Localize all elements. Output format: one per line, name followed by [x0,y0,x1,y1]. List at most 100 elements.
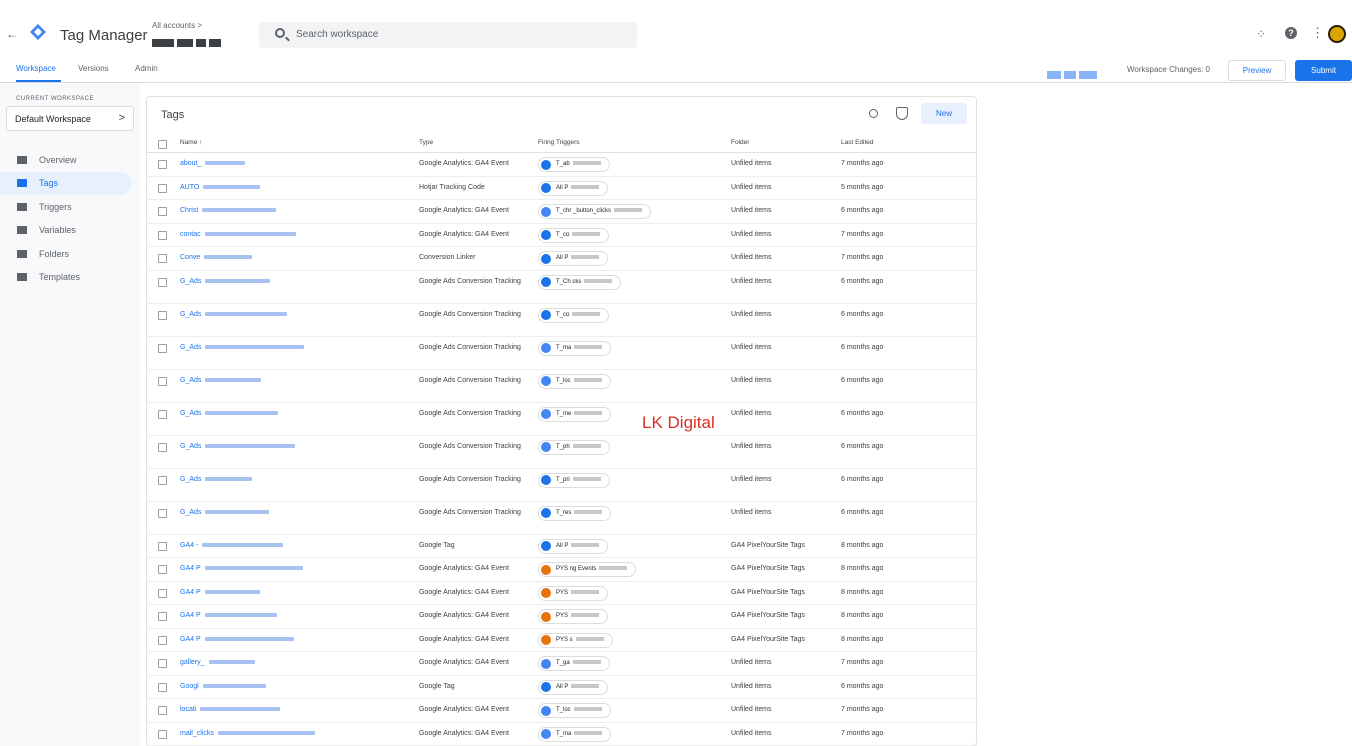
firing-trigger-chip[interactable]: T_ma [538,726,612,742]
table-row[interactable]: GA4 P Google Analytics: GA4 Event PYS GA4 P… [146,605,977,629]
tag-name-link[interactable]: contac [180,231,296,238]
tab-admin[interactable]: Admin [135,64,158,73]
tab-workspace[interactable]: Workspace [16,64,56,73]
column-header-last-edited[interactable]: Last Edited [841,139,874,146]
tag-name-link[interactable]: about_ [180,160,246,167]
table-row[interactable]: AUTO Hotjar Tracking Code All P Unfiled ite… [146,177,977,200]
container-name-redacted[interactable] [152,34,240,47]
row-checkbox[interactable] [158,565,167,574]
firing-trigger-chip[interactable]: All P [538,180,609,196]
firing-trigger-chip[interactable]: T_loc [538,373,611,389]
firing-trigger-chip[interactable]: T_ph [538,439,610,455]
firing-trigger-chip[interactable]: T_ab [538,157,610,172]
row-checkbox[interactable] [158,376,167,386]
tag-name-link[interactable]: GA4 P [180,589,260,596]
sidebar-item-templates[interactable]: Templates [0,266,132,289]
select-all-checkbox[interactable] [158,140,167,149]
column-header-triggers[interactable]: Firing Triggers [538,139,580,146]
tag-name-link[interactable]: G_Ads [180,410,279,417]
table-row[interactable]: Conve Conversion Linker All P Unfiled items… [146,247,977,271]
firing-trigger-chip[interactable]: T_Ch cks [538,274,622,290]
table-row[interactable]: GA4 P Google Analytics: GA4 Event PYS ng E… [146,558,977,582]
firing-trigger-chip[interactable]: T_pri [538,472,610,488]
table-row[interactable]: GA4 P Google Analytics: GA4 Event PYS GA4 P… [146,582,977,605]
firing-trigger-chip[interactable]: T_co [538,307,610,323]
firing-trigger-chip[interactable]: T_res [538,505,612,521]
new-tag-button[interactable]: New [921,103,967,124]
tag-name-link[interactable]: Conve [180,254,253,261]
sidebar-item-triggers[interactable]: Triggers [0,196,132,219]
table-row[interactable]: contac Google Analytics: GA4 Event T_co Unf… [146,224,977,247]
table-row[interactable]: mail_clicks Google Analytics: GA4 Event T_… [146,723,977,746]
tag-name-link[interactable]: GA4 - [180,542,284,549]
tag-name-link[interactable]: Googl [180,683,266,690]
row-checkbox[interactable] [158,588,167,598]
row-checkbox[interactable] [158,682,167,692]
row-checkbox[interactable] [158,230,167,240]
sidebar-item-folders[interactable]: Folders [0,243,132,266]
tag-name-link[interactable]: gallery_ [180,659,255,666]
sidebar-item-tags[interactable]: Tags [0,172,132,195]
row-checkbox[interactable] [158,635,167,645]
column-header-name[interactable]: Name ↑ [180,139,202,146]
row-checkbox[interactable] [158,612,167,621]
table-row[interactable]: Googl Google Tag All P Unfiled items 6 month… [146,676,977,699]
row-checkbox[interactable] [158,254,167,263]
row-checkbox[interactable] [158,659,167,668]
firing-trigger-chip[interactable]: T_ma [538,340,612,356]
table-row[interactable]: G_Ads Google Ads Conversion Tracking T_co U… [146,304,977,337]
table-row[interactable]: G_Ads Google Ads Conversion Tracking T_ph U… [146,436,977,469]
firing-trigger-chip[interactable]: T_loc [538,703,611,718]
tag-name-link[interactable]: G_Ads [180,476,253,483]
firing-trigger-chip[interactable]: T_co [538,227,610,243]
table-row[interactable]: locati Google Analytics: GA4 Event T_loc Un… [146,699,977,723]
table-row[interactable]: G_Ads Google Ads Conversion Tracking T_ma U… [146,337,977,370]
row-checkbox[interactable] [158,409,167,419]
row-checkbox[interactable] [158,207,167,216]
tag-name-link[interactable]: G_Ads [180,278,271,285]
row-checkbox[interactable] [158,729,167,739]
shield-icon[interactable] [896,107,908,120]
tag-name-link[interactable]: G_Ads [180,377,262,384]
row-checkbox[interactable] [158,310,167,320]
row-checkbox[interactable] [158,277,167,287]
table-row[interactable]: Christ Google Analytics: GA4 Event T_chr _… [146,200,977,224]
row-checkbox[interactable] [158,183,167,193]
column-header-type[interactable]: Type [419,139,433,146]
tag-name-link[interactable]: GA4 P [180,636,294,643]
table-row[interactable]: G_Ads Google Ads Conversion Tracking T_pri… [146,469,977,502]
table-row[interactable]: GA4 - Google Tag All P GA4 PixelYourSite Ta… [146,535,977,558]
row-checkbox[interactable] [158,508,167,518]
submit-button[interactable]: Submit [1295,60,1352,81]
more-vert-icon[interactable]: ⋮ [1311,25,1324,41]
apps-grid-icon[interactable]: ⁘ [1256,27,1266,41]
firing-trigger-chip[interactable]: T_me [538,406,612,422]
tag-name-link[interactable]: G_Ads [180,509,270,516]
tag-name-link[interactable]: G_Ads [180,443,296,450]
row-checkbox[interactable] [158,442,167,452]
row-checkbox[interactable] [158,541,167,551]
table-row[interactable]: GA4 P Google Analytics: GA4 Event PYS s GA4… [146,629,977,652]
search-workspace-input[interactable]: Search workspace [259,22,637,48]
row-checkbox[interactable] [158,475,167,485]
workspace-selector[interactable]: Default Workspace > [6,106,134,131]
preview-button[interactable]: Preview [1228,60,1286,81]
firing-trigger-chip[interactable]: PYS [538,609,609,624]
firing-trigger-chip[interactable]: PYS [538,585,609,601]
account-avatar[interactable] [1328,25,1346,43]
tag-name-link[interactable]: Christ [180,207,277,214]
tag-name-link[interactable]: AUTO [180,184,261,191]
table-row[interactable]: about_ Google Analytics: GA4 Event T_ab Unf… [146,153,977,177]
tag-name-link[interactable]: G_Ads [180,311,288,318]
tag-name-link[interactable]: GA4 P [180,612,277,619]
row-checkbox[interactable] [158,706,167,715]
table-row[interactable]: gallery_ Google Analytics: GA4 Event T_ga U… [146,652,977,676]
firing-trigger-chip[interactable]: All P [538,538,609,554]
tag-name-link[interactable]: G_Ads [180,344,305,351]
firing-trigger-chip[interactable]: All P [538,251,609,266]
search-icon[interactable] [869,109,878,118]
row-checkbox[interactable] [158,343,167,353]
table-row[interactable]: G_Ads Google Ads Conversion Tracking T_loc… [146,370,977,403]
help-icon[interactable]: ? [1285,27,1297,39]
sidebar-item-overview[interactable]: Overview [0,149,132,172]
